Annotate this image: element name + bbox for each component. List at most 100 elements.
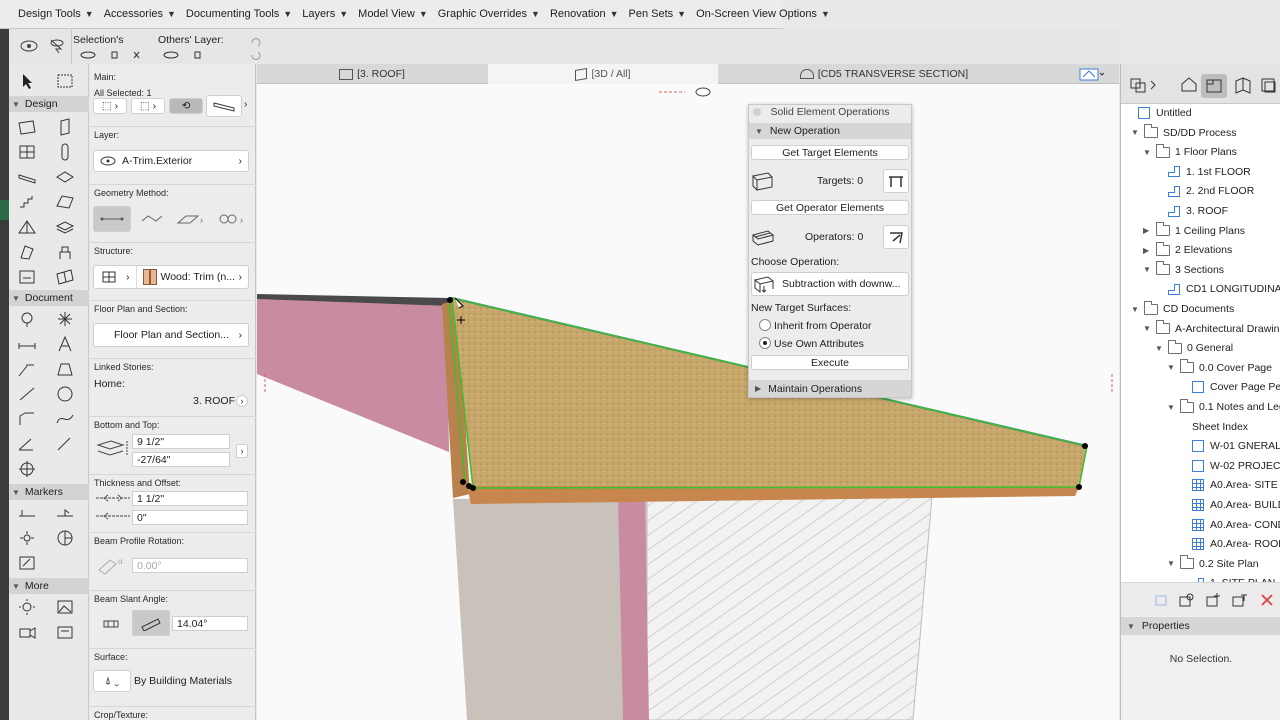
expand-down-icon[interactable]: ▼ <box>1167 403 1177 412</box>
interior-elevation-icon[interactable] <box>16 529 38 547</box>
new-layout-icon[interactable] <box>1205 592 1223 608</box>
bottom-height-input[interactable]: -27/64" <box>132 452 230 467</box>
menu-accessories[interactable]: Accessories ▼ <box>104 8 176 20</box>
spline-tool-icon[interactable] <box>54 410 76 428</box>
navigator-item[interactable]: A0.Area- BUILD <box>1179 496 1280 514</box>
lamp-tool-icon[interactable] <box>16 598 38 616</box>
hotspot[interactable] <box>1082 443 1088 449</box>
navigator-item[interactable]: A0.Area- COND <box>1179 516 1280 534</box>
line-tool-icon[interactable] <box>16 385 38 403</box>
expand-right-icon[interactable]: ▶ <box>1143 246 1153 255</box>
highlight-operators-button[interactable] <box>883 225 909 249</box>
roof-insulation-left[interactable] <box>257 296 449 452</box>
stair-tool-icon[interactable] <box>16 193 38 211</box>
shaded-wall[interactable] <box>453 496 647 720</box>
navigator-item[interactable]: ▼ 0.2 Site Plan <box>1167 555 1259 573</box>
horizontal-beam-icon[interactable] <box>102 618 120 630</box>
arc-beam-icon[interactable]: › <box>216 213 246 225</box>
publisher-icon[interactable] <box>1259 76 1279 94</box>
height-reference-chevron[interactable]: › <box>236 444 248 458</box>
expand-down-icon[interactable]: ▼ <box>1143 148 1153 157</box>
floor-plan-section-button[interactable]: Floor Plan and Section... › <box>93 323 249 347</box>
menu-on-screen-view-options[interactable]: On-Screen View Options ▼ <box>696 8 830 20</box>
layer-select[interactable]: A-Trim.Exterior › <box>93 150 249 172</box>
expand-down-icon[interactable]: ▼ <box>1131 128 1141 137</box>
slanted-beam-toggle[interactable] <box>132 610 170 636</box>
tab-3d-all[interactable]: [3D / All] <box>488 64 718 84</box>
detail-marker-icon[interactable] <box>16 554 38 572</box>
camera-tool-icon[interactable] <box>16 623 38 641</box>
navigator-item[interactable]: A0.Area- ROOF <box>1179 535 1280 553</box>
surface-picker[interactable]: ⍋ ⌄ <box>93 670 131 692</box>
expand-right-icon[interactable]: ▶ <box>1143 226 1153 235</box>
expand-down-icon[interactable]: ▼ <box>1167 559 1177 568</box>
hotspot[interactable] <box>460 479 466 485</box>
toolbox-section-more[interactable]: ▼ More <box>9 578 89 594</box>
selection-method-button[interactable]: ⬚ › <box>93 98 127 114</box>
expand-down-icon[interactable]: ▼ <box>1131 305 1141 314</box>
get-target-elements-button[interactable]: Get Target Elements <box>751 145 909 160</box>
roof-tool-icon[interactable] <box>54 193 76 211</box>
expand-down-icon[interactable]: ▼ <box>1167 363 1177 372</box>
home-story-chevron[interactable]: › <box>236 395 248 407</box>
text-tool-icon[interactable] <box>54 335 76 353</box>
menu-design-tools[interactable]: Design Tools ▼ <box>18 8 94 20</box>
operation-select[interactable]: Subtraction with downw... <box>751 272 909 296</box>
menu-pen-sets[interactable]: Pen Sets ▼ <box>629 8 687 20</box>
marquee-tool-icon[interactable] <box>54 72 76 90</box>
rotate-toggle[interactable]: ⟲ <box>169 98 203 114</box>
section-marker-icon[interactable] <box>16 504 38 522</box>
tab-roof[interactable]: [3. ROOF] <box>257 64 487 84</box>
structure-select[interactable]: › Wood: Trim (n... › <box>93 265 249 289</box>
top-height-input[interactable]: 9 1/2" <box>132 434 230 449</box>
figure-tool-icon[interactable] <box>54 598 76 616</box>
angle-dimension-icon[interactable] <box>16 435 38 453</box>
inherit-radio[interactable] <box>759 319 771 331</box>
offset-input[interactable]: 0" <box>132 510 248 525</box>
object-tool-icon[interactable] <box>54 243 76 261</box>
menu-model-view[interactable]: Model View ▼ <box>358 8 428 20</box>
navigator-item[interactable]: ▼ 0.1 Notes and Leg <box>1167 398 1280 416</box>
undo-redo-icon[interactable] <box>249 35 263 61</box>
expand-down-icon[interactable]: ▼ <box>1143 265 1153 274</box>
hotspot[interactable] <box>447 297 453 303</box>
use-own-radio[interactable] <box>759 337 771 349</box>
hotspot-tool-icon[interactable] <box>16 460 38 478</box>
navigator-item[interactable]: A0.Area- SITE A <box>1179 476 1280 494</box>
navigator-item[interactable]: 2. 2nd FLOOR <box>1155 182 1254 200</box>
element-type-button[interactable]: ⬚ › <box>131 98 165 114</box>
properties-header[interactable]: ▼ Properties <box>1121 617 1280 635</box>
window-tool-icon[interactable] <box>16 143 38 161</box>
selection-display-icons[interactable] <box>79 49 149 61</box>
delete-icon[interactable] <box>1259 592 1275 608</box>
maintain-operations-header[interactable]: ▶ Maintain Operations <box>749 380 911 397</box>
navigator-item[interactable]: W-01 GNERAL N <box>1179 437 1280 455</box>
label-tool-icon[interactable] <box>16 360 38 378</box>
menu-layers[interactable]: Layers ▼ <box>302 8 348 20</box>
eye-marker-icon[interactable] <box>695 87 711 97</box>
wall-tool-icon[interactable] <box>16 118 38 136</box>
slant-angle-input[interactable]: 14.04° <box>172 616 248 631</box>
curtain-wall-tool-icon[interactable] <box>54 268 76 286</box>
polyline-tool-icon[interactable] <box>16 410 38 428</box>
navigator-item[interactable]: ▼ 0 General <box>1155 339 1233 357</box>
toolbox-section-design[interactable]: ▼ Design <box>9 96 89 112</box>
beam-tool-icon[interactable] <box>16 168 38 186</box>
circle-tool-icon[interactable] <box>54 385 76 403</box>
get-operator-elements-button[interactable]: Get Operator Elements <box>751 200 909 215</box>
tab-cd5-section[interactable]: [CD5 TRANSVERSE SECTION] <box>719 64 1049 84</box>
radial-dimension-icon[interactable] <box>54 435 76 453</box>
navigator-item[interactable]: ▼ 3 Sections <box>1143 261 1224 279</box>
arrow-tool-icon[interactable] <box>16 72 38 90</box>
worksheet-marker-icon[interactable] <box>54 529 76 547</box>
slab-tool-icon[interactable] <box>54 168 76 186</box>
expand-down-icon[interactable]: ▼ <box>1143 324 1153 333</box>
wall-insulation[interactable] <box>618 496 649 720</box>
menu-renovation[interactable]: Renovation ▼ <box>550 8 619 20</box>
mesh-tool-icon[interactable] <box>54 218 76 236</box>
others-layer-icons[interactable] <box>162 49 222 61</box>
layout-book-icon[interactable] <box>1233 76 1253 94</box>
new-operation-header[interactable]: ▼ New Operation <box>749 123 911 139</box>
column-tool-icon[interactable] <box>54 118 76 136</box>
3d-model[interactable] <box>257 84 1119 720</box>
